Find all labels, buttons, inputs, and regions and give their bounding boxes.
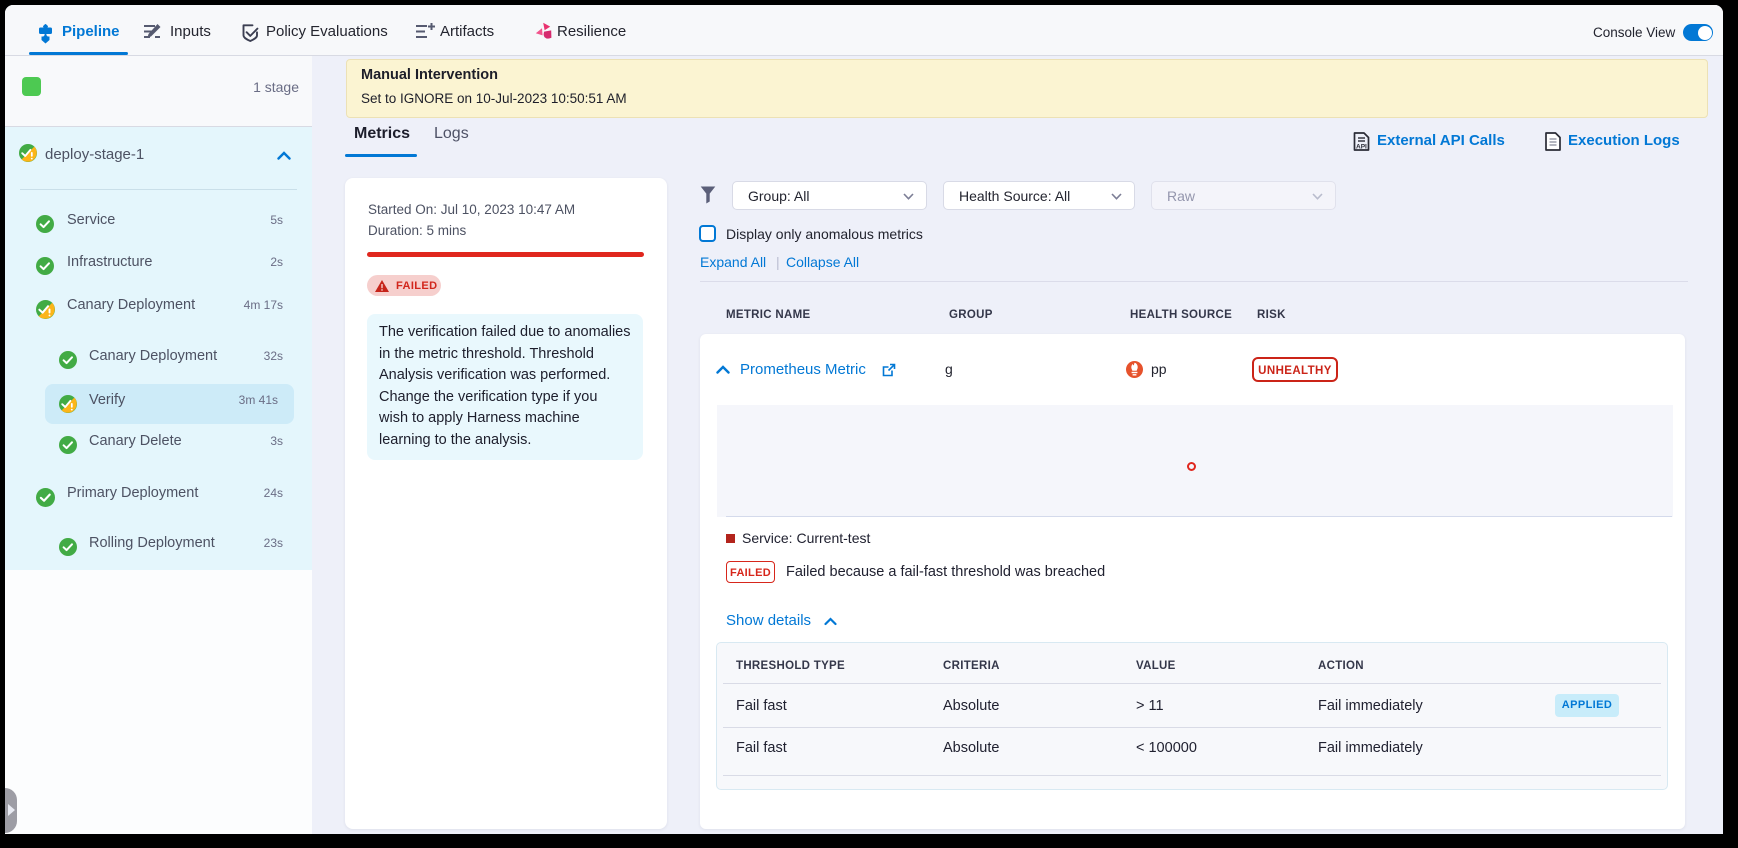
svg-text:API: API: [1356, 144, 1367, 151]
